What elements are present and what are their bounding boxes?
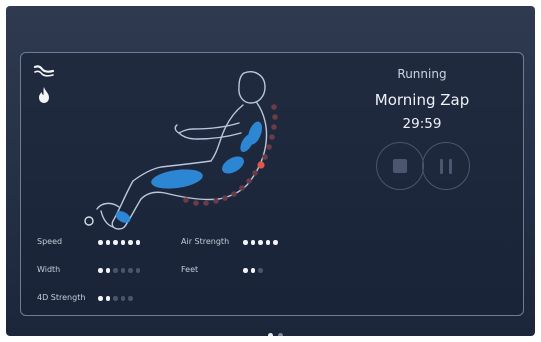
pagination [268, 333, 283, 336]
pause-button[interactable] [422, 142, 470, 190]
level-dot [128, 296, 133, 301]
level-dot [120, 268, 125, 273]
level-dot [98, 296, 103, 301]
level-dot [243, 240, 248, 245]
level-dot [273, 240, 278, 245]
massage-chair-screen: Running Morning Zap 29:59 Speed Width 4D… [6, 6, 535, 336]
page-dot[interactable] [268, 333, 273, 336]
level-dot [105, 268, 110, 273]
level-dot [258, 268, 263, 273]
feet-level-dots[interactable] [243, 268, 263, 273]
level-dot [113, 268, 118, 273]
session-panel: Running Morning Zap 29:59 Speed Width 4D… [20, 52, 524, 316]
heat-flame-icon[interactable] [36, 86, 52, 108]
speed-label: Speed [37, 237, 63, 246]
zero-gravity-recline-icon[interactable] [33, 63, 55, 82]
level-dot [250, 240, 255, 245]
level-dot [135, 240, 140, 245]
level-dot [250, 268, 255, 273]
level-dot [113, 296, 118, 301]
level-dot [128, 268, 133, 273]
level-dot [98, 268, 103, 273]
level-dot [113, 240, 118, 245]
program-name: Morning Zap [374, 91, 470, 109]
page-dot[interactable] [278, 333, 283, 336]
airbag-zones [115, 121, 262, 223]
4d-strength-level-dots[interactable] [98, 296, 133, 301]
stop-icon [393, 159, 407, 173]
level-dot [120, 240, 125, 245]
width-level-dots[interactable] [98, 268, 140, 273]
feet-label: Feet [181, 265, 199, 274]
pause-icon [440, 158, 452, 174]
level-dot [105, 240, 110, 245]
stop-button[interactable] [376, 142, 424, 190]
level-dot [120, 296, 125, 301]
session-status: Running Morning Zap 29:59 [347, 67, 497, 132]
width-label: Width [37, 265, 61, 274]
body-figure-illustration [84, 71, 278, 230]
status-label: Running [397, 67, 447, 81]
countdown-timer: 29:59 [402, 116, 442, 132]
level-dot [105, 296, 110, 301]
level-dot [128, 240, 133, 245]
roller-position-indicator [257, 161, 265, 169]
footrest-marker [84, 216, 94, 226]
4d-strength-label: 4D Strength [37, 293, 86, 302]
air-strength-label: Air Strength [181, 237, 230, 246]
level-dot [265, 240, 270, 245]
level-dot [258, 240, 263, 245]
level-dot [135, 268, 140, 273]
speed-level-dots[interactable] [98, 240, 140, 245]
level-dot [243, 268, 248, 273]
level-dot [98, 240, 103, 245]
air-strength-level-dots[interactable] [243, 240, 278, 245]
